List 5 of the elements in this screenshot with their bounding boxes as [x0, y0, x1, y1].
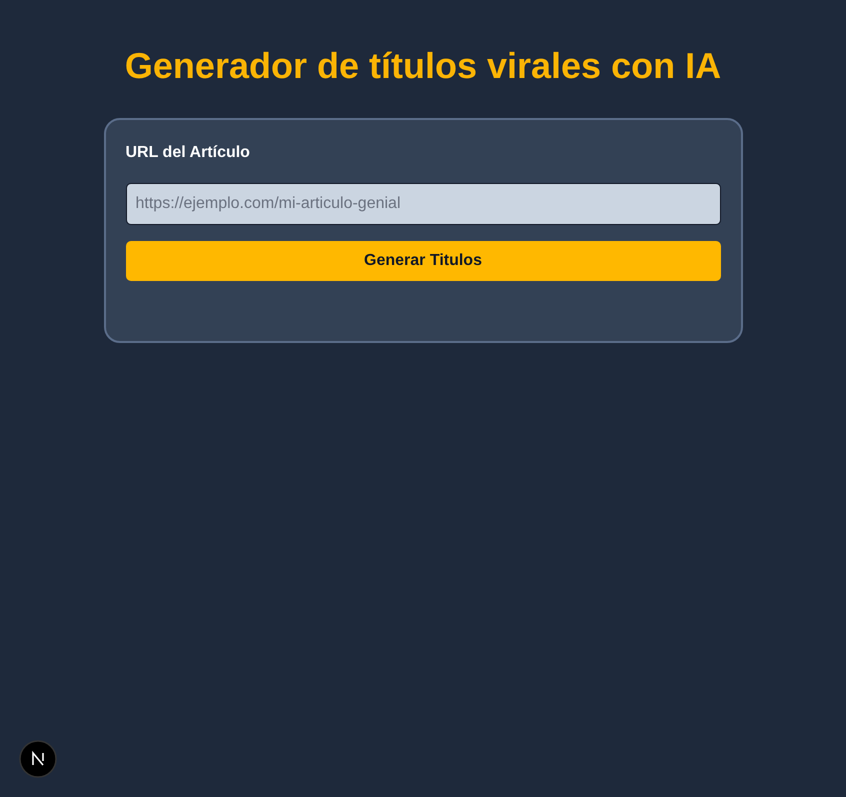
page-title: Generador de títulos virales con IA	[124, 46, 722, 86]
field-label: URL del Artículo	[126, 142, 251, 163]
generate-button[interactable]: Generar Titulos	[126, 240, 720, 281]
url-input-field[interactable]: https://ejemplo.com/mi-articulo-genial	[126, 182, 720, 225]
logo-icon[interactable]	[19, 740, 57, 778]
